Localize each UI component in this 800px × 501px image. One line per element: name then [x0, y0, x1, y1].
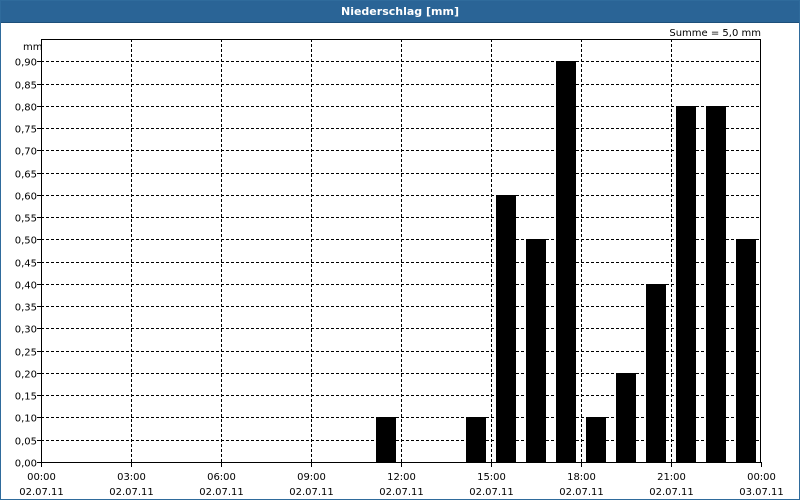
- x-tick-time-label: 18:00: [567, 472, 596, 483]
- bar: [556, 61, 576, 462]
- precipitation-chart: 0,00 0,05 0,10 0,15 0,20 0,25 0,30 0,35 0,40 0,45…: [15, 28, 784, 498]
- x-tick-date-label: 03.07.11: [739, 487, 784, 498]
- bar: [706, 106, 726, 462]
- x-tick-time-label: 12:00: [387, 472, 416, 483]
- y-tick-label: 0,90: [15, 58, 37, 69]
- y-tick-label: 0,10: [15, 414, 37, 425]
- y-tick-label: 0,80: [15, 103, 37, 114]
- y-tick-label: 0,55: [15, 214, 37, 225]
- bar: [586, 417, 606, 462]
- y-axis-label: mm: [23, 42, 42, 53]
- bar: [376, 417, 396, 462]
- x-tick-time-label: 00:00: [747, 472, 776, 483]
- x-tick-date-label: 02.07.11: [469, 487, 514, 498]
- y-tick-label: 0,70: [15, 147, 37, 158]
- y-tick-label: 0,45: [15, 259, 37, 270]
- y-tick-label: 0,50: [15, 236, 37, 247]
- y-tick-label: 0,30: [15, 325, 37, 336]
- sum-annotation: Summe = 5,0 mm: [669, 28, 761, 39]
- y-tick-label: 0,05: [15, 437, 37, 448]
- x-tick-time-label: 03:00: [117, 472, 146, 483]
- y-tick-label: 0,00: [15, 459, 37, 470]
- x-tick-time-label: 06:00: [207, 472, 236, 483]
- y-tick-label: 0,85: [15, 81, 37, 92]
- x-tick-date-label: 02.07.11: [649, 487, 694, 498]
- y-tick-label: 0,20: [15, 370, 37, 381]
- y-tick-label: 0,40: [15, 281, 37, 292]
- x-tick-time-label: 00:00: [27, 472, 56, 483]
- x-tick-time-label: 21:00: [657, 472, 686, 483]
- bar: [526, 239, 546, 462]
- x-tick-date-label: 02.07.11: [379, 487, 424, 498]
- x-tick-time-label: 15:00: [477, 472, 506, 483]
- bar: [466, 417, 486, 462]
- y-tick-label: 0,35: [15, 303, 37, 314]
- y-tick-label: 0,25: [15, 348, 37, 359]
- y-tick-label: 0,75: [15, 125, 37, 136]
- bar: [736, 239, 756, 462]
- y-tick-label: 0,60: [15, 192, 37, 203]
- bar: [616, 373, 636, 462]
- x-tick-date-label: 02.07.11: [289, 487, 334, 498]
- chart-window: Niederschlag [mm] 0,00 0,05 0,10 0,15 0,20 0,…: [0, 0, 800, 500]
- bar: [646, 284, 666, 462]
- x-tick-date-label: 02.07.11: [19, 487, 64, 498]
- bar: [676, 106, 696, 462]
- y-tick-label: 0,65: [15, 170, 37, 181]
- bar: [496, 195, 516, 462]
- x-tick-date-label: 02.07.11: [199, 487, 244, 498]
- x-tick-date-label: 02.07.11: [109, 487, 154, 498]
- y-tick-label: 0,15: [15, 392, 37, 403]
- x-tick-time-label: 09:00: [297, 472, 326, 483]
- x-tick-date-label: 02.07.11: [559, 487, 604, 498]
